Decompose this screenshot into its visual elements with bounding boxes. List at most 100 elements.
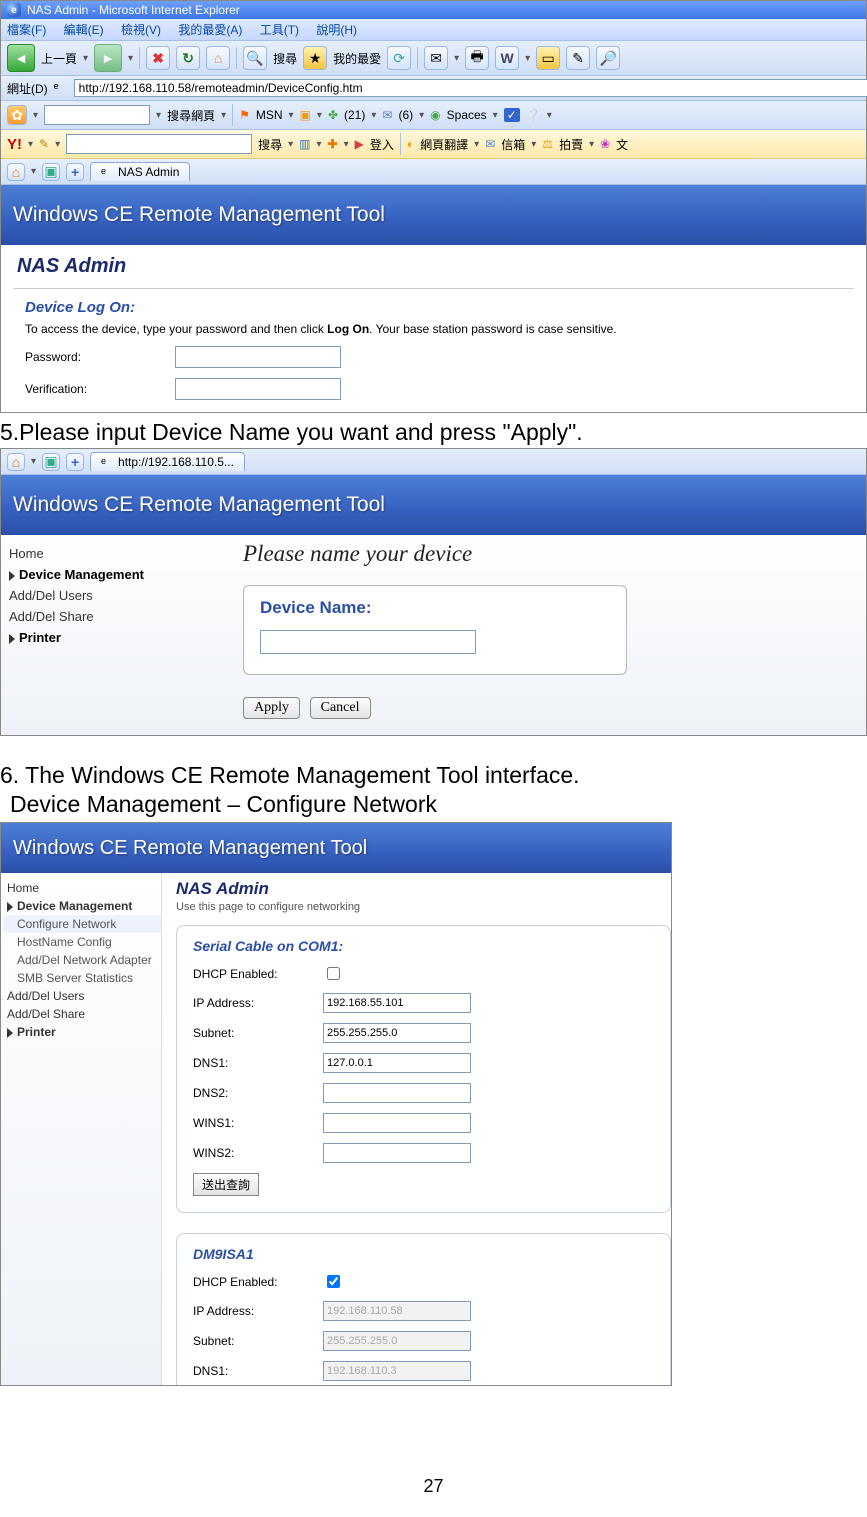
ip-input[interactable] bbox=[323, 993, 471, 1013]
sidebar-item-share[interactable]: Add/Del Share bbox=[3, 1005, 161, 1023]
auction-label[interactable]: 拍賣 bbox=[559, 136, 583, 153]
search-label[interactable]: 搜尋 bbox=[273, 50, 297, 67]
search-icon[interactable]: 🔍 bbox=[243, 46, 267, 70]
chinese-label[interactable]: 文 bbox=[616, 136, 628, 153]
sidebar-item-network-adapter[interactable]: Add/Del Network Adapter bbox=[3, 951, 161, 969]
sp-dd[interactable]: ▾ bbox=[493, 110, 498, 121]
wins1-input[interactable] bbox=[323, 1113, 471, 1133]
msn-label[interactable]: MSN bbox=[256, 108, 283, 122]
mb-dd[interactable]: ▾ bbox=[531, 139, 536, 150]
back-dd-icon[interactable]: ▾ bbox=[83, 53, 88, 64]
sidebar-item-printer[interactable]: Printer bbox=[3, 1023, 161, 1041]
print-icon[interactable]: 🖶 bbox=[465, 46, 489, 70]
password-input[interactable] bbox=[175, 346, 341, 368]
msn-dd2[interactable]: ▾ bbox=[289, 110, 294, 121]
y-dd[interactable]: ▾ bbox=[28, 139, 33, 150]
au-dd[interactable]: ▾ bbox=[589, 139, 594, 150]
login-icon[interactable]: ▶ bbox=[355, 137, 364, 151]
count-6[interactable]: (6) bbox=[398, 108, 413, 122]
ys-dd[interactable]: ▾ bbox=[288, 139, 293, 150]
sidebar-item-smb-stats[interactable]: SMB Server Statistics bbox=[3, 969, 161, 987]
back-label[interactable]: 上一頁 bbox=[41, 50, 77, 67]
auction-icon[interactable]: ⚖ bbox=[542, 137, 553, 151]
msn-flag-icon[interactable]: ⚑ bbox=[239, 108, 250, 122]
mail-dd-icon[interactable]: ▾ bbox=[454, 53, 459, 64]
tool-icon-2[interactable]: 🔎 bbox=[596, 46, 620, 70]
translate-label[interactable]: 網頁翻譯 bbox=[420, 136, 468, 153]
menu-view[interactable]: 檢視(V) bbox=[121, 23, 161, 37]
yahoo-logo-icon[interactable]: Y! bbox=[7, 136, 22, 153]
yahoo-search-input[interactable] bbox=[66, 134, 252, 154]
mailbox-label[interactable]: 信箱 bbox=[501, 136, 525, 153]
sidebar-item-device-management[interactable]: Device Management bbox=[9, 564, 219, 585]
tr-dd[interactable]: ▾ bbox=[474, 139, 479, 150]
subnet-input[interactable] bbox=[323, 1023, 471, 1043]
menu-tools[interactable]: 工具(T) bbox=[260, 23, 299, 37]
c6dd[interactable]: ▾ bbox=[419, 110, 424, 121]
login-label[interactable]: 登入 bbox=[370, 136, 394, 153]
menu-help[interactable]: 說明(H) bbox=[316, 23, 357, 37]
forward-icon[interactable]: ► bbox=[94, 44, 122, 72]
c21dd[interactable]: ▾ bbox=[371, 110, 376, 121]
address-input[interactable] bbox=[74, 79, 867, 97]
sidebar-item-home[interactable]: Home bbox=[3, 879, 161, 897]
device-name-input[interactable] bbox=[260, 630, 476, 654]
sidebar-item-users[interactable]: Add/Del Users bbox=[9, 585, 219, 606]
word-icon[interactable]: W bbox=[495, 46, 519, 70]
yahoo-search-label[interactable]: 搜尋 bbox=[258, 136, 282, 153]
hs2-dd[interactable]: ▾ bbox=[31, 456, 36, 467]
sidebar-item-hostname[interactable]: HostName Config bbox=[3, 933, 161, 951]
help-dd[interactable]: ▾ bbox=[547, 110, 552, 121]
msn-dd-icon[interactable]: ▾ bbox=[33, 110, 38, 121]
hs-dd[interactable]: ▾ bbox=[31, 166, 36, 177]
cancel-button[interactable]: Cancel bbox=[310, 697, 371, 719]
add-icon[interactable]: + bbox=[66, 163, 84, 181]
sidebar-item-device-management[interactable]: Device Management bbox=[3, 897, 161, 915]
menu-fav[interactable]: 我的最愛(A) bbox=[178, 23, 242, 37]
tab-nas-admin[interactable]: e NAS Admin bbox=[90, 162, 190, 181]
sidebar-item-share[interactable]: Add/Del Share bbox=[9, 606, 219, 627]
add-icon[interactable]: + bbox=[66, 453, 84, 471]
home-small-icon[interactable]: ⌂ bbox=[7, 453, 25, 471]
stop-icon[interactable]: ✖ bbox=[146, 46, 170, 70]
sidebar-item-users[interactable]: Add/Del Users bbox=[3, 987, 161, 1005]
menu-edit[interactable]: 編輯(E) bbox=[64, 23, 104, 37]
popup-icon[interactable]: ▥ bbox=[299, 137, 310, 151]
msn-search-input[interactable] bbox=[44, 105, 150, 125]
apply-button[interactable]: Apply bbox=[243, 697, 300, 719]
home-small-icon[interactable]: ⌂ bbox=[7, 163, 25, 181]
verification-input[interactable] bbox=[175, 378, 341, 400]
sidebar-item-configure-network[interactable]: Configure Network bbox=[3, 915, 161, 933]
translate-icon[interactable]: ◐ bbox=[407, 137, 414, 151]
ip2-input[interactable] bbox=[323, 1301, 471, 1321]
mail2-icon[interactable]: ✉ bbox=[382, 108, 392, 122]
rss-dd[interactable]: ▾ bbox=[317, 110, 322, 121]
history-icon[interactable]: ⟳ bbox=[387, 46, 411, 70]
pu-dd[interactable]: ▾ bbox=[317, 139, 322, 150]
subnet2-input[interactable] bbox=[323, 1331, 471, 1351]
square-icon[interactable]: ▣ bbox=[42, 163, 60, 181]
word-dd-icon[interactable]: ▾ bbox=[525, 53, 530, 64]
square-icon[interactable]: ▣ bbox=[42, 453, 60, 471]
shield-icon[interactable]: ✓ bbox=[504, 108, 520, 122]
refresh-icon[interactable]: ↻ bbox=[176, 46, 200, 70]
back-icon[interactable]: ◄ bbox=[7, 44, 35, 72]
sidebar-item-home[interactable]: Home bbox=[9, 543, 219, 564]
dhcp-checkbox[interactable] bbox=[327, 967, 340, 980]
fwd-dd-icon[interactable]: ▾ bbox=[128, 53, 133, 64]
clover-icon[interactable]: ✤ bbox=[328, 108, 338, 122]
ms-dd[interactable]: ▾ bbox=[221, 110, 226, 121]
help-icon[interactable]: ❔ bbox=[526, 108, 541, 122]
dhcp2-checkbox[interactable] bbox=[327, 1275, 340, 1288]
wins2-input[interactable] bbox=[323, 1143, 471, 1163]
favorites-label[interactable]: 我的最愛 bbox=[333, 50, 381, 67]
mail-icon[interactable]: ✉ bbox=[424, 46, 448, 70]
msn-search-dd-icon[interactable]: ▾ bbox=[156, 110, 161, 121]
submit-button[interactable]: 送出查詢 bbox=[193, 1173, 259, 1196]
tool-icon-1[interactable]: ✎ bbox=[566, 46, 590, 70]
dns2-input[interactable] bbox=[323, 1083, 471, 1103]
dns1b-input[interactable] bbox=[323, 1361, 471, 1381]
mailbox-icon[interactable]: ✉ bbox=[485, 137, 495, 151]
pl-dd[interactable]: ▾ bbox=[344, 139, 349, 150]
dns1-input[interactable] bbox=[323, 1053, 471, 1073]
